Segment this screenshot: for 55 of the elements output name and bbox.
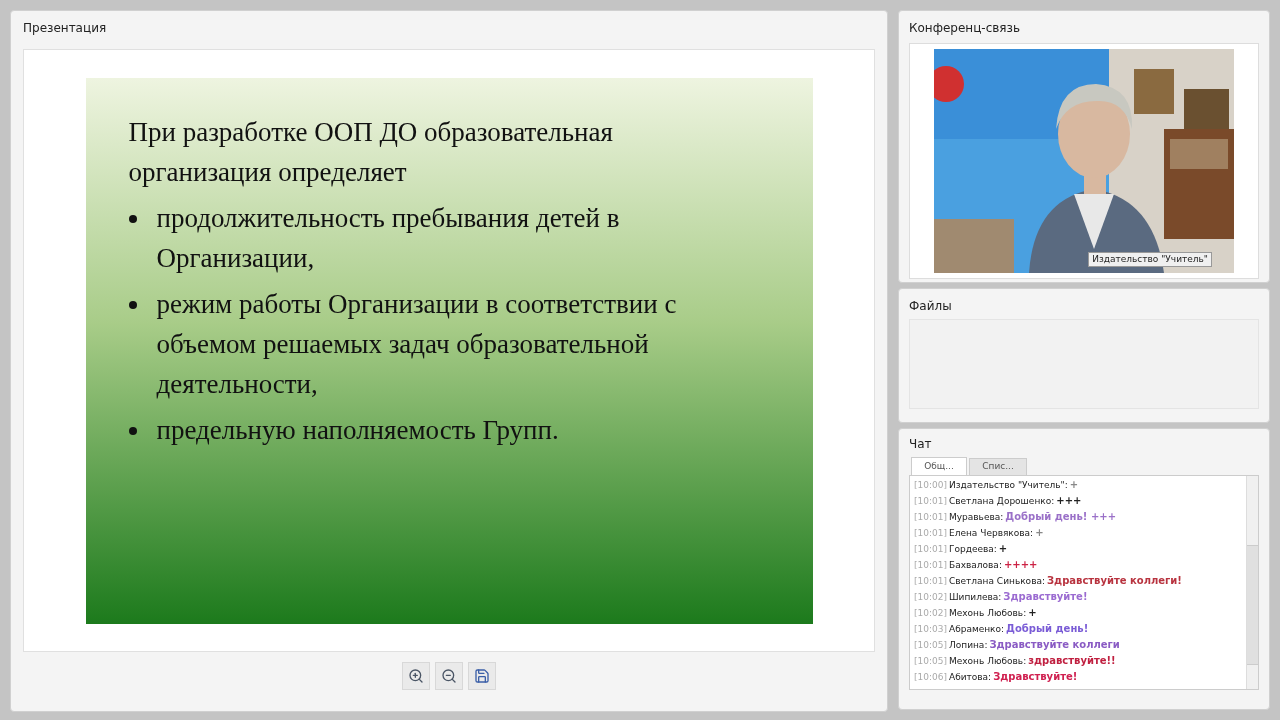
message-time: [10:01] bbox=[914, 511, 947, 524]
message-text: Добрый день! +++ bbox=[1005, 510, 1116, 524]
save-button[interactable] bbox=[468, 662, 496, 690]
message-author: Абитова: bbox=[948, 671, 992, 684]
chat-tab[interactable]: Общ... bbox=[911, 457, 967, 475]
message-author: Мехонь Любовь: bbox=[948, 655, 1027, 668]
message-text: +++ bbox=[1056, 494, 1082, 508]
message-time: [10:02] bbox=[914, 607, 947, 620]
message-time: [10:01] bbox=[914, 559, 947, 572]
message-author: Бахвалова: bbox=[948, 559, 1002, 572]
message-time: [10:02] bbox=[914, 591, 947, 604]
message-author: Лопина: bbox=[948, 639, 988, 652]
message-author: Шипилева: bbox=[948, 591, 1002, 604]
message-text: + bbox=[998, 542, 1008, 556]
bullet-icon bbox=[128, 300, 137, 309]
message-text: + bbox=[1035, 526, 1044, 540]
message-text: + bbox=[1069, 478, 1079, 492]
message-time: [10:01] bbox=[914, 543, 947, 556]
message-time: [10:00] bbox=[914, 479, 947, 492]
message-text: Здравствуйте! bbox=[1003, 590, 1088, 604]
panel-title: Файлы bbox=[909, 298, 953, 315]
message-text: Добрый день! bbox=[1006, 622, 1089, 636]
message-time: [10:03] bbox=[914, 623, 947, 636]
zoom-in-icon bbox=[408, 668, 424, 684]
chat-tab[interactable]: Спис... bbox=[969, 458, 1027, 475]
message-author: Елена Червякова: bbox=[948, 527, 1034, 540]
bullet-icon bbox=[128, 426, 137, 435]
message-author: Абраменко: bbox=[948, 623, 1005, 636]
message-author: Мехонь Любовь: bbox=[948, 607, 1027, 620]
message-time: [10:05] bbox=[914, 639, 947, 652]
message-time: [10:05] bbox=[914, 655, 947, 668]
save-icon bbox=[474, 668, 490, 684]
message-text: Здравствуйте коллеги! bbox=[1047, 574, 1182, 588]
zoom-out-button[interactable] bbox=[435, 662, 463, 690]
message-text: + bbox=[1028, 606, 1037, 620]
zoom-in-button[interactable] bbox=[402, 662, 430, 690]
slide-bullet-text: предельную наполняемость Групп. bbox=[156, 413, 560, 447]
message-time: [10:01] bbox=[914, 527, 947, 540]
message-text: Здравствуйте! bbox=[993, 670, 1078, 684]
message-author: Светлана Синькова: bbox=[948, 575, 1045, 588]
message-time: [10:01] bbox=[914, 575, 947, 588]
message-text: здравствуйте!! bbox=[1028, 654, 1116, 668]
message-author: Гордеева: bbox=[948, 543, 997, 556]
panel-title: Конференц-связь bbox=[909, 20, 1022, 37]
panel-title: Чат bbox=[909, 436, 933, 453]
zoom-out-icon bbox=[441, 668, 457, 684]
message-author: Издательство "Учитель": bbox=[948, 479, 1068, 492]
message-time: [10:06] bbox=[914, 671, 947, 684]
message-text: Здравствуйте коллеги bbox=[989, 638, 1120, 652]
message-author: Светлана Дорошенко: bbox=[948, 495, 1055, 508]
bullet-icon bbox=[128, 214, 137, 223]
message-time: [10:01] bbox=[914, 495, 947, 508]
message-author: Муравьева: bbox=[948, 511, 1004, 524]
message-text: ++++ bbox=[1003, 558, 1038, 572]
panel-title: Презентация bbox=[23, 20, 108, 37]
